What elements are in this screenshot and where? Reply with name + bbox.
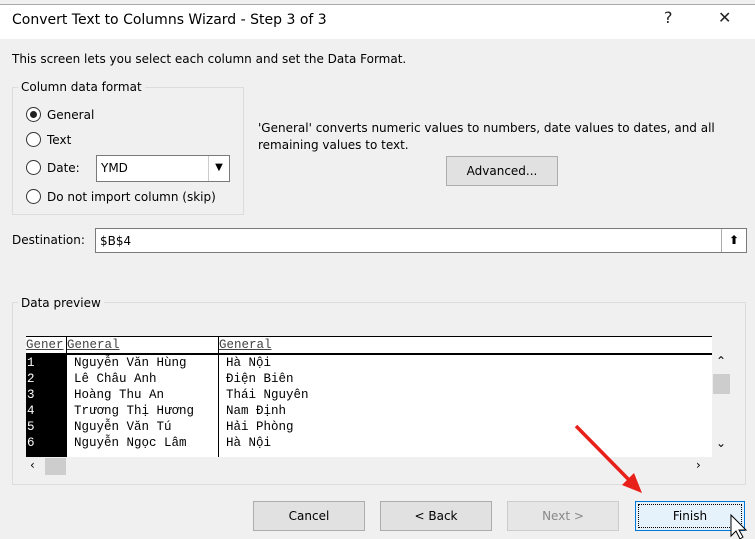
- mouse-cursor-icon: [730, 513, 748, 539]
- preview-cell: Nguyễn Văn Tú: [74, 420, 172, 434]
- preview-cell: Nguyễn Văn Hùng: [74, 356, 187, 370]
- radio-skip[interactable]: [26, 189, 41, 204]
- preview-cell: Hoàng Thu An: [74, 388, 165, 402]
- preview-cell: 2: [27, 372, 35, 386]
- preview-cell: Hà Nội: [226, 436, 272, 450]
- preview-cell: Trương Thị Hương: [74, 404, 195, 418]
- radio-text[interactable]: [26, 132, 41, 147]
- annotation-arrow: [574, 424, 748, 539]
- format-description: 'General' converts numeric values to num…: [258, 121, 715, 152]
- preview-cell: Hải Phòng: [226, 420, 294, 434]
- radio-date-label: Date:: [47, 161, 80, 175]
- destination-input[interactable]: $B$4 ⬆: [95, 228, 747, 253]
- preview-cell: 4: [27, 404, 35, 418]
- preview-cell: Nguyễn Ngọc Lâm: [74, 436, 187, 450]
- cancel-button[interactable]: Cancel: [253, 501, 365, 531]
- preview-cell: 3: [27, 388, 35, 402]
- column-format-legend: Column data format: [18, 80, 145, 94]
- back-button[interactable]: < Back: [380, 501, 492, 531]
- preview-header[interactable]: General: [67, 337, 120, 353]
- window-title: Convert Text to Columns Wizard - Step 3 …: [12, 12, 327, 28]
- chevron-left-icon[interactable]: ‹: [30, 458, 35, 472]
- preview-header[interactable]: Gener: [26, 337, 66, 353]
- preview-cell: Điện Biên: [226, 372, 294, 386]
- preview-cell: 1: [27, 356, 35, 370]
- intro-text: This screen lets you select each column …: [12, 52, 407, 66]
- date-format-value: YMD: [101, 161, 128, 175]
- preview-cell: Nam Định: [226, 404, 287, 418]
- destination-value: $B$4: [100, 234, 132, 248]
- preview-header[interactable]: General: [219, 337, 272, 353]
- scrollbar-thumb[interactable]: [45, 458, 66, 475]
- radio-date[interactable]: [26, 160, 41, 175]
- chevron-up-icon[interactable]: ⌃: [716, 354, 726, 368]
- close-button[interactable]: ✕: [718, 8, 731, 27]
- collapse-dialog-icon[interactable]: ⬆: [721, 229, 746, 252]
- advanced-button[interactable]: Advanced...: [446, 156, 558, 186]
- destination-label: Destination:: [12, 233, 85, 247]
- help-button[interactable]: ?: [664, 8, 673, 27]
- scrollbar-thumb[interactable]: [713, 374, 730, 394]
- radio-general-label: General: [47, 108, 95, 122]
- chevron-down-icon[interactable]: ▼: [208, 156, 229, 181]
- preview-cell: Lê Châu Anh: [74, 372, 157, 386]
- preview-cell: 6: [27, 436, 35, 450]
- date-format-select[interactable]: YMD ▼: [96, 155, 230, 182]
- preview-cell: Hà Nội: [226, 356, 272, 370]
- data-preview-legend: Data preview: [18, 296, 104, 310]
- preview-cell: Thái Nguyên: [226, 388, 309, 402]
- radio-skip-label: Do not import column (skip): [47, 190, 216, 204]
- preview-cell: 5: [27, 420, 35, 434]
- radio-general[interactable]: [26, 107, 41, 122]
- radio-text-label: Text: [47, 133, 72, 147]
